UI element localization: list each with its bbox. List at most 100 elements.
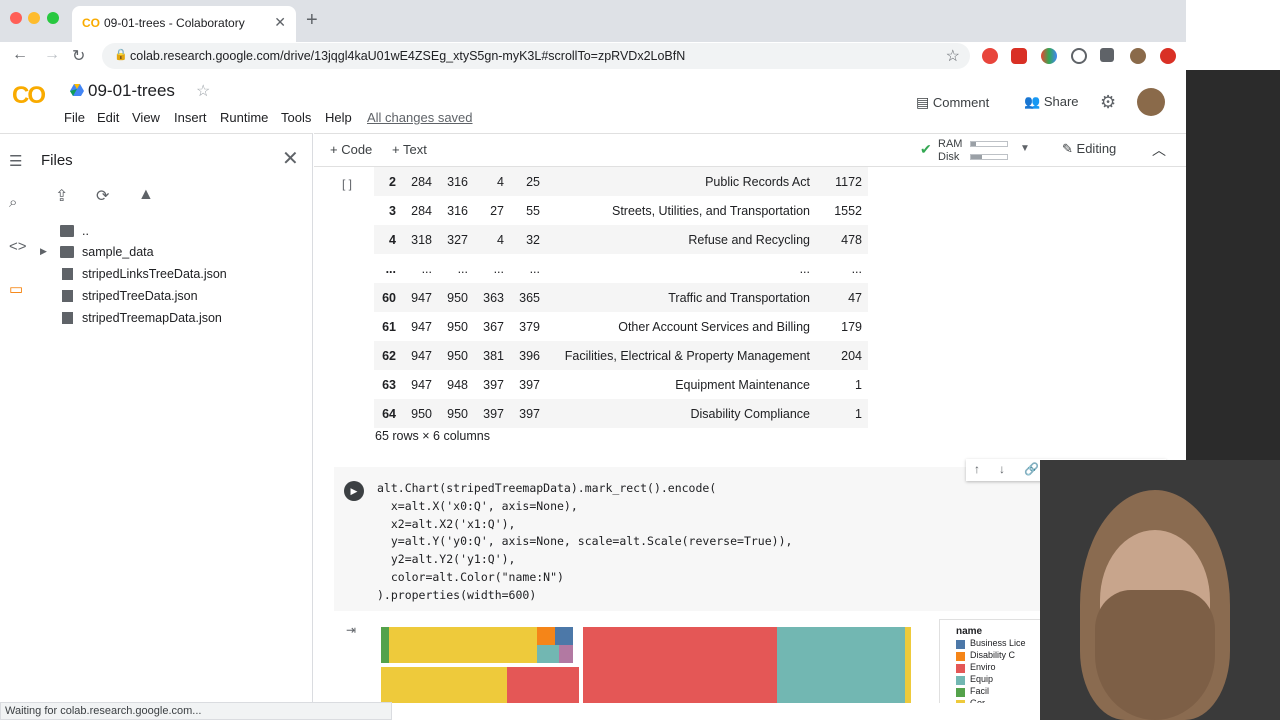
browser-tab[interactable]: CO 09-01-trees - Colaboratory ✕ — [72, 6, 296, 42]
reload-icon[interactable]: ↻ — [72, 46, 85, 66]
files-folder-icon[interactable]: ▭ — [9, 280, 23, 298]
extensions-puzzle-icon[interactable] — [1100, 48, 1114, 62]
menu-runtime[interactable]: Runtime — [220, 110, 268, 125]
refresh-folder-icon[interactable]: ⟳ — [96, 186, 109, 206]
table-cell: 25 — [510, 167, 546, 196]
code-line: ).properties(width=600) — [377, 587, 537, 602]
upload-file-icon[interactable]: ⇪ — [55, 186, 68, 206]
colab-logo[interactable]: CO — [12, 82, 46, 110]
extension-red-icon[interactable] — [982, 48, 998, 64]
search-icon[interactable]: ⌕ — [9, 194, 17, 211]
notebook-toolbar: + Code + Text ✔ RAM Disk ▼ ✎ Editing ︿ — [314, 133, 1186, 167]
row-index: 60 — [374, 283, 402, 312]
run-cell-button[interactable]: ▶ — [344, 481, 364, 501]
colab-favicon-icon: CO — [82, 16, 100, 30]
tree-item-file[interactable]: stripedTreemapData.json — [34, 308, 312, 330]
notebook-title[interactable]: 09-01-trees — [88, 81, 175, 101]
window-maximize-button[interactable] — [47, 12, 59, 24]
editing-mode-button[interactable]: ✎ Editing — [1062, 141, 1116, 157]
add-code-button[interactable]: + Code — [330, 142, 372, 157]
tree-item-file[interactable]: stripedTreeData.json — [34, 286, 312, 308]
table-cell: 947 — [411, 377, 432, 392]
name-cell: Traffic and Transportation — [546, 283, 816, 312]
share-button[interactable]: 👥 Share — [1024, 94, 1079, 110]
table-cell: 1 — [816, 399, 868, 428]
legend-label: Disability C — [970, 650, 1016, 660]
menu-file[interactable]: File — [64, 110, 85, 125]
comment-button[interactable]: ▤ Comment — [916, 94, 989, 111]
link-icon[interactable]: 🔗 — [1024, 462, 1039, 476]
code-snippets-icon[interactable]: <> — [9, 238, 27, 255]
table-cell: 327 — [438, 225, 474, 254]
menu-insert[interactable]: Insert — [174, 110, 207, 125]
treemap-rect — [555, 627, 573, 645]
move-down-icon[interactable]: ↓ — [999, 462, 1005, 476]
tree-item-label: stripedLinksTreeData.json — [82, 267, 227, 281]
expand-arrow-icon[interactable]: ▶ — [40, 246, 47, 257]
user-avatar[interactable] — [1137, 88, 1165, 116]
table-cell: 4 — [474, 225, 510, 254]
resources-dropdown-icon[interactable]: ▼ — [1020, 143, 1030, 154]
table-row: 4 318 327 4 32 Refuse and Recycling 478 — [374, 225, 868, 254]
tree-item-sample-data[interactable]: ▶ sample_data — [34, 242, 312, 264]
extension-color-icon[interactable] — [1041, 48, 1057, 64]
row-index: 2 — [374, 167, 402, 196]
disk-meter[interactable] — [970, 154, 1008, 160]
table-of-contents-icon[interactable]: ☰ — [9, 152, 22, 170]
dataframe-shape: 65 rows × 6 columns — [375, 429, 490, 443]
add-text-button[interactable]: + Text — [392, 142, 427, 157]
profile-avatar[interactable] — [1130, 48, 1146, 64]
forward-icon[interactable]: → — [44, 46, 60, 64]
menu-tools[interactable]: Tools — [281, 110, 311, 125]
table-cell: ... — [457, 261, 468, 276]
mount-drive-icon[interactable]: ▲ — [138, 186, 154, 204]
code-line: x=alt.X('x0:Q', axis=None), — [377, 498, 578, 513]
tab-close-icon[interactable]: ✕ — [274, 14, 286, 31]
table-row: 3 284 316 27 55 Streets, Utilities, and Trans… — [374, 196, 868, 225]
new-tab-icon[interactable]: + — [306, 10, 318, 30]
table-cell: 1172 — [816, 167, 868, 196]
table-cell: 316 — [438, 167, 474, 196]
collapse-header-icon[interactable]: ︿ — [1152, 140, 1166, 160]
extension-badge-icon[interactable] — [1011, 48, 1027, 64]
back-icon[interactable]: ← — [12, 46, 28, 64]
table-cell: 397 — [510, 399, 546, 428]
table-cell: 948 — [447, 377, 468, 392]
extension-circle-icon[interactable] — [1071, 48, 1087, 64]
table-cell: 950 — [402, 399, 438, 428]
menu-help[interactable]: Help — [325, 110, 352, 125]
tree-item-file[interactable]: stripedLinksTreeData.json — [34, 264, 312, 286]
treemap-rect — [583, 627, 777, 703]
file-icon — [62, 312, 73, 324]
menu-view[interactable]: View — [132, 110, 160, 125]
move-up-icon[interactable]: ↑ — [974, 462, 980, 476]
output-menu-icon[interactable]: ⇥ — [346, 623, 356, 637]
settings-gear-icon[interactable]: ⚙ — [1100, 92, 1116, 113]
code-editor[interactable]: alt.Chart(stripedTreemapData).mark_rect(… — [377, 480, 792, 605]
row-index: 4 — [374, 225, 402, 254]
table-cell: 947 — [411, 319, 432, 334]
window-minimize-button[interactable] — [28, 12, 40, 24]
ram-meter[interactable] — [970, 141, 1008, 147]
omnibox[interactable]: 🔒 colab.research.google.com/drive/13jqgl… — [102, 43, 970, 69]
tree-item-parent[interactable]: .. — [34, 221, 312, 243]
connected-check-icon: ✔ — [920, 141, 932, 157]
table-cell: 397 — [483, 377, 504, 392]
table-cell: 363 — [474, 283, 510, 312]
row-index: ... — [385, 261, 396, 276]
row-index: 64 — [374, 399, 402, 428]
menu-edit[interactable]: Edit — [97, 110, 119, 125]
window-close-button[interactable] — [10, 12, 22, 24]
table-cell: 47 — [816, 283, 868, 312]
tree-item-label: sample_data — [82, 245, 154, 259]
table-cell: 1552 — [834, 203, 862, 218]
table-row: 64 950 950 397 397 Disability Compliance 1 — [374, 399, 868, 428]
save-status-link[interactable]: All changes saved — [367, 110, 473, 125]
treemap-rect — [381, 627, 389, 663]
star-icon[interactable]: ☆ — [196, 81, 210, 101]
table-cell: 396 — [510, 341, 546, 370]
update-alert-icon[interactable] — [1160, 48, 1176, 64]
files-panel-title: Files — [41, 152, 73, 169]
bookmark-star-icon[interactable]: ☆ — [946, 46, 960, 66]
close-icon[interactable]: ✕ — [282, 146, 299, 171]
